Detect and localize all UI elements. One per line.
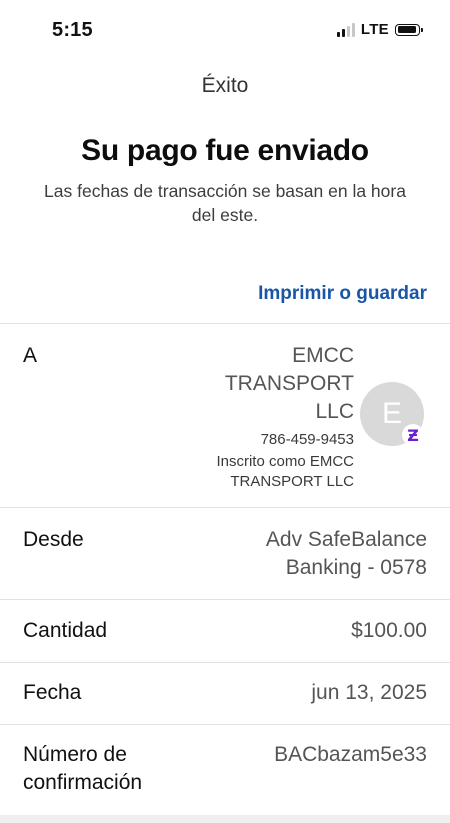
timezone-note: Las fechas de transacción se basan en la…: [44, 181, 406, 225]
amount-label: Cantidad: [23, 619, 108, 642]
date-label: Fecha: [23, 681, 82, 704]
divider: [0, 724, 450, 725]
zelle-icon: Ƶ: [402, 424, 424, 446]
from-account-line: Adv SafeBalance: [265, 528, 427, 551]
confirmation-label-line: confirmación: [23, 771, 143, 794]
avatar-initial: E: [381, 397, 402, 430]
from-account-line: Banking - 0578: [285, 556, 427, 579]
confirmation-label: Número de confirmación: [23, 741, 142, 797]
status-indicators: LTE: [336, 21, 423, 38]
recipient-name-line: LLC: [315, 400, 354, 423]
amount-value: $100.00: [351, 619, 427, 642]
divider: [0, 599, 450, 600]
network-type: LTE: [360, 21, 389, 38]
from-label: Desde: [23, 528, 84, 551]
page-title: Éxito: [201, 74, 249, 97]
confirmation-label-line: Número de: [23, 743, 127, 766]
success-headline: Su pago fue enviado: [81, 134, 369, 167]
recipient-name-line: EMCC: [292, 344, 354, 367]
battery-icon: [395, 23, 423, 36]
status-time: 5:15: [52, 19, 93, 41]
status-bar: 5:15 LTE: [0, 0, 450, 60]
bottom-divider: [0, 815, 450, 823]
recipient-info: EMCC TRANSPORT LLC 786-459-9453 Inscrito…: [154, 342, 354, 492]
recipient-name-line: TRANSPORT: [224, 372, 354, 395]
recipient-enrolled-line: Inscrito como EMCC: [216, 453, 354, 470]
recipient-enrolled-line: TRANSPORT LLC: [230, 473, 354, 490]
from-account: Adv SafeBalance Banking - 0578: [266, 526, 427, 582]
print-or-save-link[interactable]: Imprimir o guardar: [258, 283, 427, 305]
date-value: jun 13, 2025: [311, 681, 427, 704]
cellular-signal-icon: [336, 22, 355, 37]
zelle-glyph: Ƶ: [407, 425, 419, 445]
recipient-phone: 786-459-9453: [260, 431, 354, 448]
divider: [0, 662, 450, 663]
divider: [0, 507, 450, 508]
confirmation-number: BACbazam5e33: [274, 743, 427, 766]
divider: [0, 323, 450, 324]
to-label: A: [23, 344, 38, 367]
